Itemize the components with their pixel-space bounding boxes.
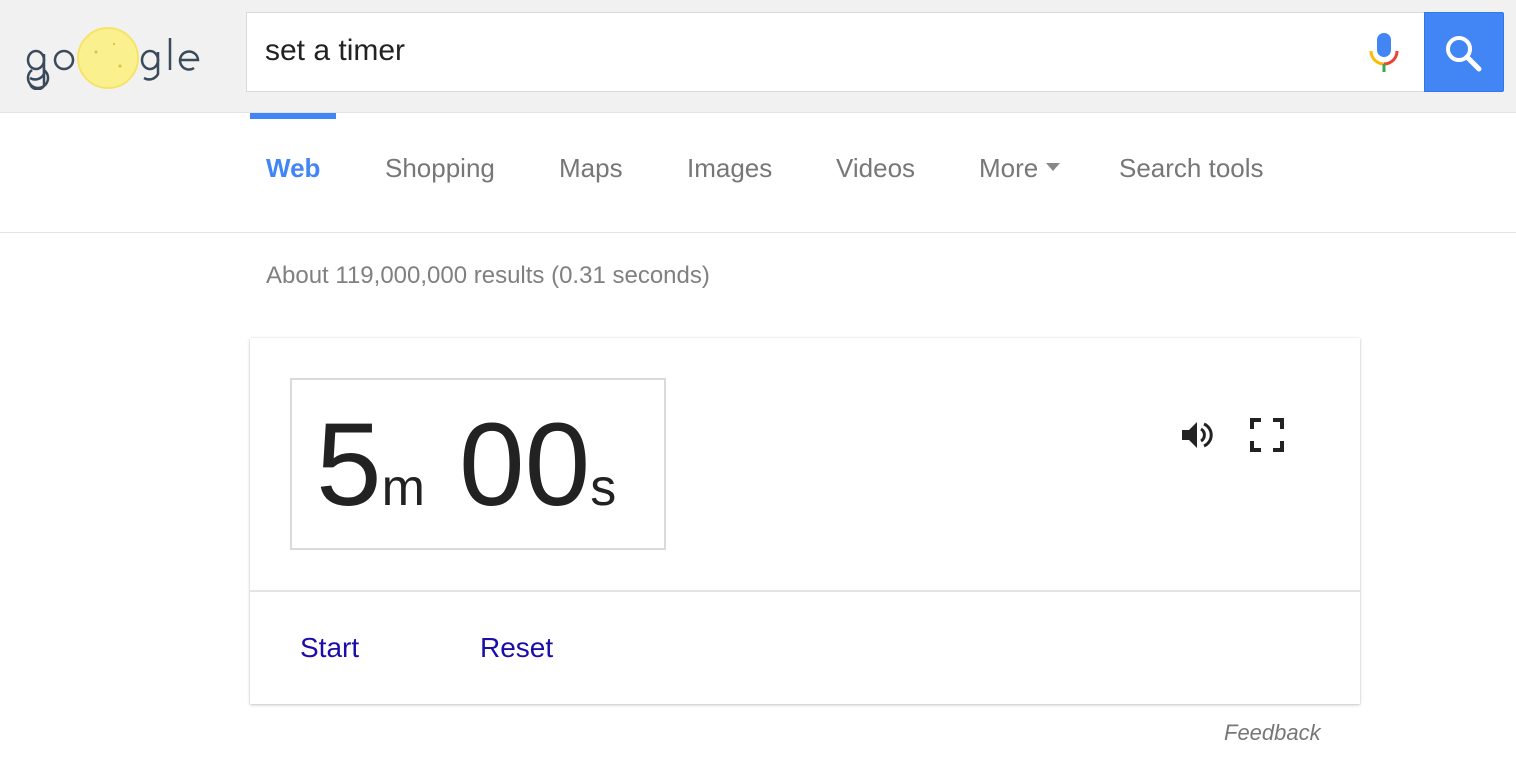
active-tab-indicator (250, 113, 336, 119)
reset-button[interactable]: Reset (480, 632, 553, 664)
fullscreen-icon[interactable] (1250, 418, 1284, 452)
result-stats: About 119,000,000 results (0.31 seconds) (266, 262, 710, 289)
google-doodle-logo[interactable] (24, 26, 214, 90)
tab-search-tools[interactable]: Search tools (1119, 153, 1264, 184)
start-button[interactable]: Start (300, 632, 359, 664)
timer-minutes: 5 (316, 399, 382, 531)
tab-more[interactable]: More (979, 153, 1061, 184)
timer-seconds: 00 (458, 399, 591, 531)
timer-display[interactable]: 5m 00s (290, 378, 666, 550)
search-icon (1446, 36, 1482, 72)
top-bar (0, 0, 1516, 113)
search-input[interactable] (265, 29, 1345, 73)
search-tabs: Web Shopping Maps Images Videos More Sea… (0, 113, 1516, 233)
search-box (246, 12, 1426, 92)
tab-shopping[interactable]: Shopping (385, 153, 495, 184)
tab-maps[interactable]: Maps (559, 153, 623, 184)
tab-web[interactable]: Web (266, 153, 320, 184)
timer-digits: 5m 00s (316, 406, 616, 524)
tab-more-label: More (979, 153, 1039, 183)
volume-icon[interactable] (1180, 418, 1214, 452)
timer-seconds-unit: s (590, 459, 617, 517)
timer-minutes-unit: m (381, 459, 425, 517)
caret-down-icon (1046, 163, 1061, 172)
search-button[interactable] (1424, 12, 1504, 92)
card-divider (250, 590, 1360, 592)
timer-card: 5m 00s Start Reset (250, 338, 1360, 704)
microphone-icon[interactable] (1365, 31, 1405, 75)
tab-images[interactable]: Images (687, 153, 772, 184)
tab-videos[interactable]: Videos (836, 153, 915, 184)
feedback-link[interactable]: Feedback (1224, 720, 1321, 746)
